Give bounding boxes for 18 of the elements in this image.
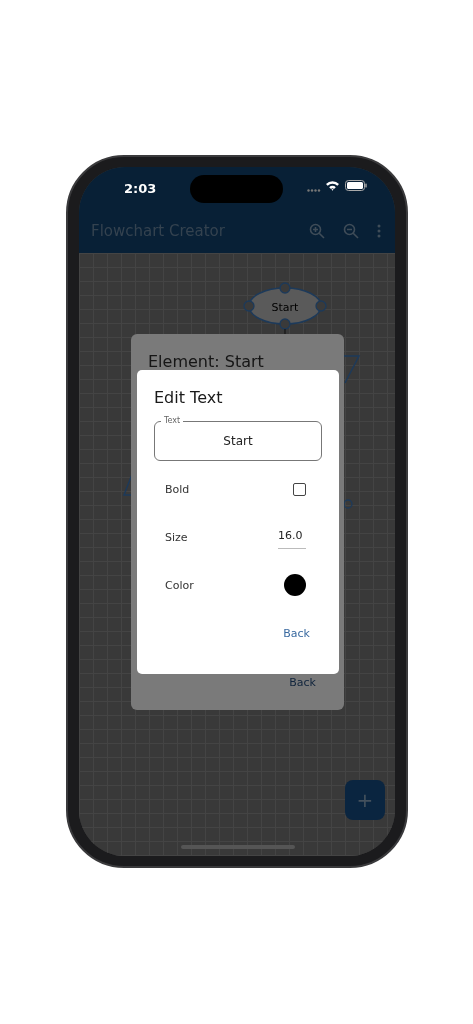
status-time: 2:03 xyxy=(124,181,157,196)
handle-circle[interactable] xyxy=(343,499,353,509)
field-label: Bold xyxy=(165,482,190,496)
dialog-title: Edit Text xyxy=(154,388,224,407)
zoom-in-icon[interactable] xyxy=(309,223,325,239)
more-icon[interactable] xyxy=(377,224,381,238)
field-label: Size xyxy=(165,530,188,544)
back-button[interactable]: Back xyxy=(283,627,310,640)
signal-icon xyxy=(307,189,321,192)
wifi-icon xyxy=(325,180,340,191)
color-swatch[interactable] xyxy=(284,574,306,596)
battery-icon xyxy=(345,180,367,191)
dialog-title: Element: Start xyxy=(148,352,264,371)
back-button[interactable]: Back xyxy=(289,676,316,689)
field-label: Color xyxy=(165,578,194,592)
bold-checkbox[interactable] xyxy=(293,482,306,496)
size-field[interactable]: 16.0 xyxy=(278,525,306,549)
zoom-out-icon[interactable] xyxy=(343,223,359,239)
